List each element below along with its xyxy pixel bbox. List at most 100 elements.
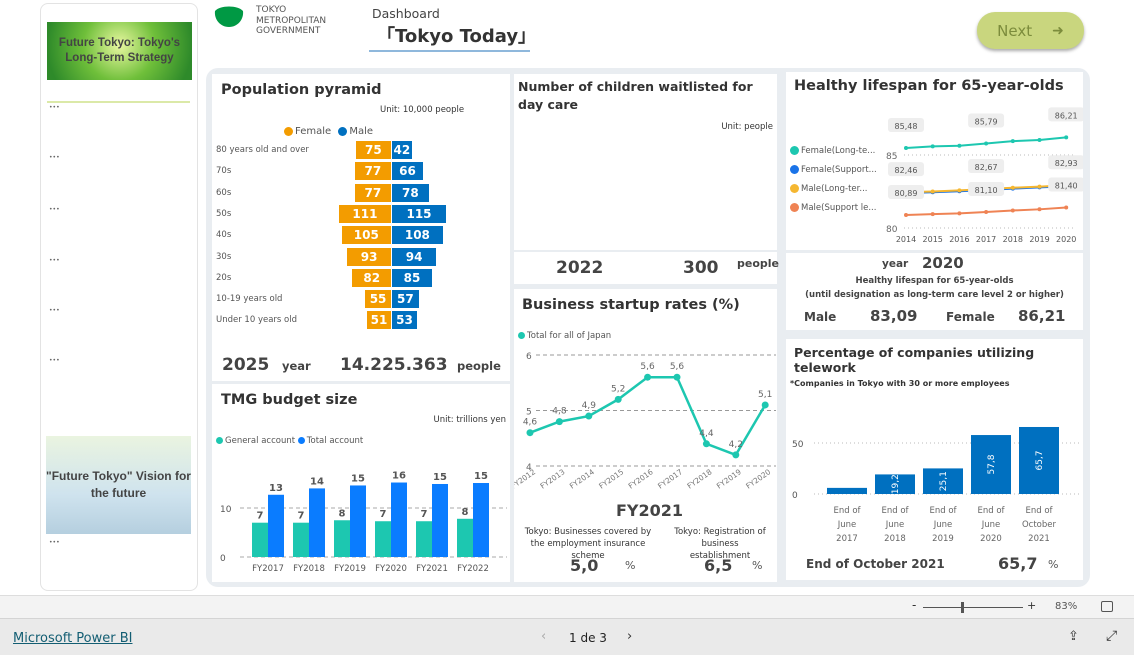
next-button[interactable]: Next ➜: [977, 12, 1084, 49]
unit-label: Unit: people: [721, 122, 773, 132]
data-label: 5,2: [611, 384, 625, 394]
bar: [268, 494, 284, 557]
data-label: 5,6: [640, 362, 655, 372]
nav-dot[interactable]: •••: [49, 307, 60, 314]
bar: [375, 521, 391, 557]
data-label: 85,48: [895, 122, 918, 131]
y-tick-label: 0: [792, 491, 798, 501]
bar: [350, 485, 366, 557]
healthy-lifespan-card: Healthy lifespan for 65-year-olds Female…: [786, 72, 1083, 250]
zoom-slider-handle[interactable]: [961, 602, 964, 613]
year-value: 2022: [556, 258, 604, 278]
data-point: [930, 189, 935, 194]
data-point: [1010, 208, 1015, 213]
nav-dot[interactable]: •••: [49, 357, 60, 364]
nav-dot[interactable]: •••: [49, 539, 60, 546]
data-label: 80,89: [895, 189, 918, 198]
data-label: 13: [269, 483, 283, 494]
data-point: [957, 211, 962, 216]
tmg-logo-icon: [214, 6, 244, 36]
nav-dot[interactable]: •••: [49, 104, 60, 111]
unit-label: Unit: 10,000 people: [380, 105, 465, 115]
bar: [391, 482, 407, 557]
zoom-slider[interactable]: [923, 607, 1023, 608]
pct-unit: %: [625, 559, 636, 572]
bar: [252, 522, 268, 557]
zoom-out-button[interactable]: -: [912, 598, 916, 612]
x-tick-label: FY2013: [538, 467, 566, 491]
data-point: [930, 212, 935, 217]
age-label: 50s: [216, 208, 232, 219]
data-label: 8: [462, 507, 469, 518]
subtitle: (until designation as long-term care lev…: [805, 290, 1064, 300]
x-tick-label: 2021: [1028, 534, 1050, 544]
share-icon[interactable]: ⇪: [1068, 629, 1079, 644]
age-label: 30s: [216, 251, 232, 262]
business-startup-card: Business startup rates (%) Total for all…: [514, 289, 777, 582]
data-label: 8: [339, 508, 346, 519]
healthy-line-chart: 80 85 2014 2015 2016 2017 2018 2019 2020 85,48 85,…: [886, 107, 1083, 244]
vision-banner[interactable]: "Future Tokyo" Vision for the future: [46, 436, 191, 534]
female-value: 86,21: [1018, 307, 1066, 325]
data-label: 81,40: [1055, 182, 1078, 191]
future-tokyo-strategy-banner[interactable]: Future Tokyo: Tokyo's Long-Term Strategy: [47, 22, 192, 80]
data-label: 5,6: [670, 362, 685, 372]
data-label: 7: [380, 509, 387, 520]
nav-dot[interactable]: •••: [49, 154, 60, 161]
x-tick-label: FY2017: [656, 467, 684, 491]
data-point: [702, 440, 710, 448]
org-name: TOKYO METROPOLITAN GOVERNMENT: [256, 5, 327, 36]
data-point: [644, 373, 652, 381]
telework-bar-chart: 0 50 End of June 2017 19,2 End of June 2018 25,1 E…: [792, 426, 1081, 544]
sidebar: Future Tokyo: Tokyo's Long-Term Strategy…: [40, 3, 198, 591]
male-bar: 42: [392, 141, 412, 159]
female-legend-dot: [284, 126, 293, 136]
nav-dot[interactable]: •••: [49, 206, 60, 213]
age-label: 20s: [216, 272, 232, 283]
data-label: 4,2: [729, 440, 743, 450]
power-bi-link[interactable]: Microsoft Power BI: [13, 631, 132, 646]
footer-value: 65,7: [998, 554, 1038, 573]
data-point: [585, 412, 593, 420]
healthy-lifespan-stats: year 2020 Healthy lifespan for 65-year-o…: [786, 253, 1083, 330]
data-point: [957, 143, 962, 148]
total-unit: people: [457, 359, 501, 373]
y-tick-label: 50: [792, 440, 804, 450]
data-label: 7: [421, 509, 428, 520]
x-tick-label: FY2019: [715, 467, 743, 491]
data-label: 15: [351, 473, 365, 484]
page-indicator: 1 de 3: [569, 631, 607, 645]
age-label: 80 years old and over: [216, 145, 309, 155]
x-tick-label: FY2016: [627, 467, 655, 491]
fit-to-page-icon[interactable]: [1101, 601, 1113, 612]
data-point: [984, 141, 989, 146]
data-label: 82,93: [1055, 159, 1078, 168]
data-label: 4,4: [699, 429, 714, 439]
fullscreen-icon[interactable]: ⤢: [1106, 628, 1117, 644]
data-point: [614, 395, 622, 403]
data-label: 25,1: [939, 471, 949, 491]
x-tick-label: 2019: [932, 534, 954, 544]
bar: [334, 520, 350, 557]
male-bar: 66: [392, 162, 424, 181]
card-title: Population pyramid: [221, 82, 382, 98]
zoom-in-button[interactable]: +: [1027, 599, 1036, 612]
nav-dot[interactable]: •••: [49, 257, 60, 264]
year-label: year: [282, 359, 311, 373]
female-bar: 77: [354, 183, 391, 202]
fiscal-year: FY2021: [616, 501, 684, 520]
pct-unit: %: [752, 559, 763, 572]
y-tick-label: 85: [886, 152, 897, 162]
subtitle: Healthy lifespan for 65-year-olds: [855, 276, 1014, 286]
data-label: 7: [257, 511, 264, 522]
x-tick-label: End of: [833, 506, 861, 516]
male-label: Male: [804, 310, 837, 324]
x-tick-label: 2018: [884, 534, 906, 544]
data-point: [1037, 184, 1042, 189]
next-page-icon[interactable]: ›: [627, 629, 632, 644]
zoom-level: 83%: [1055, 601, 1078, 612]
prev-page-icon[interactable]: ‹: [541, 629, 546, 644]
data-point: [904, 145, 908, 150]
data-label: 57,8: [987, 454, 997, 474]
data-label: 14: [310, 476, 324, 487]
